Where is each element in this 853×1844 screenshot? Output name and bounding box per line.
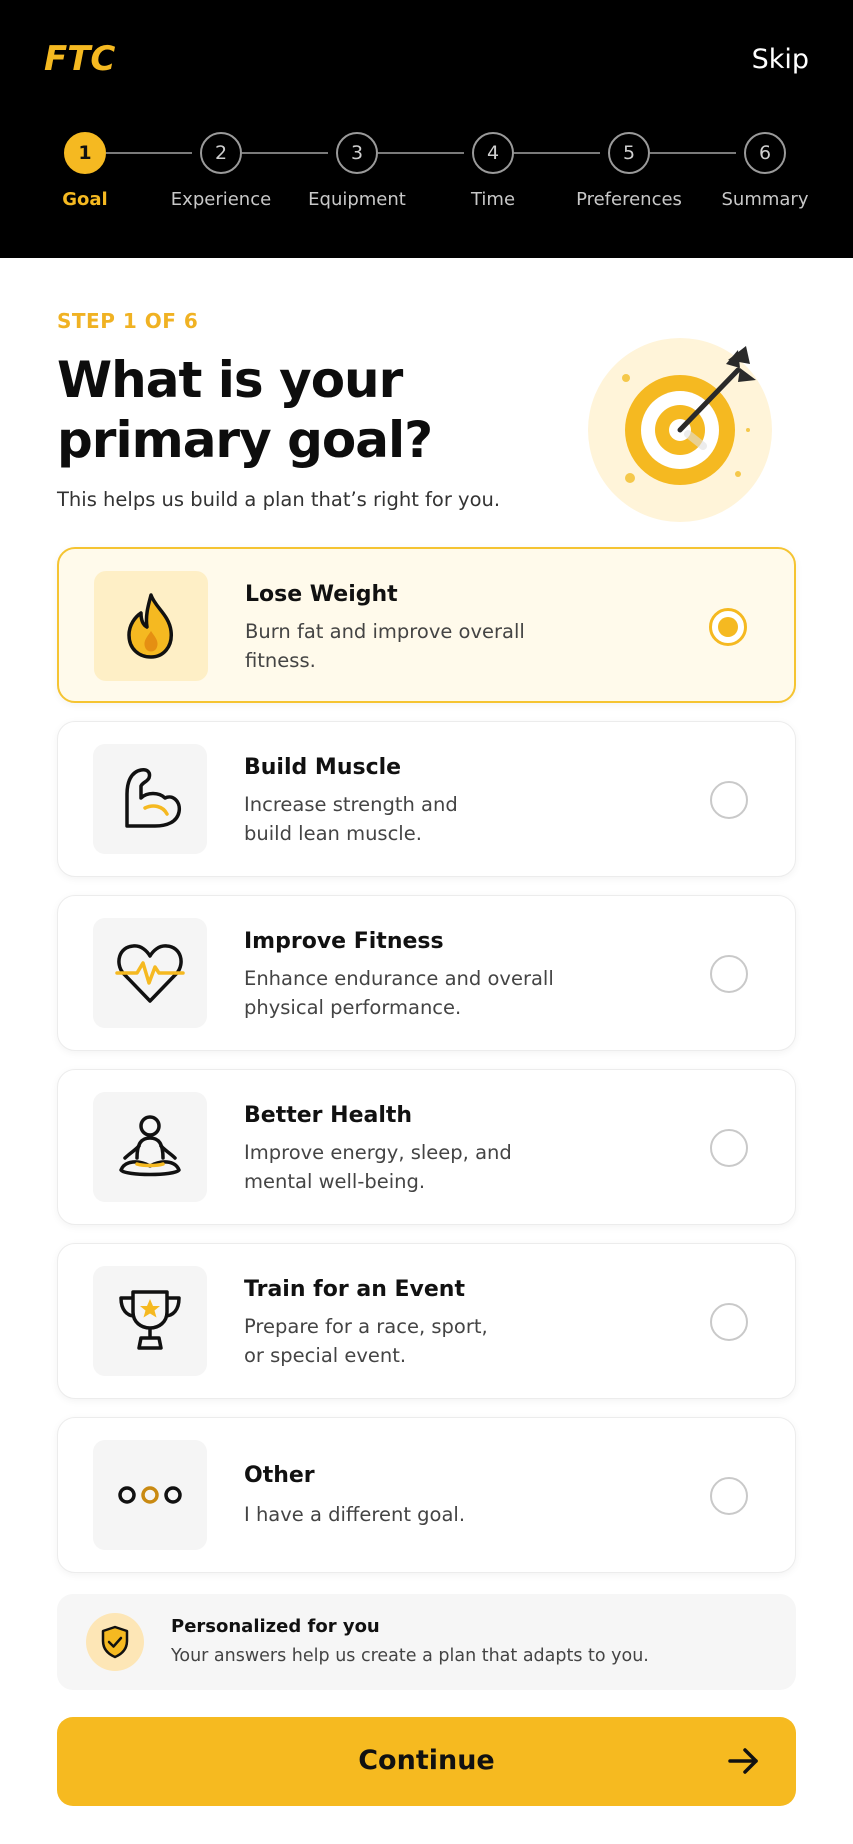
step-count-label: STEP 1 OF 6 (57, 309, 199, 333)
step-number: 3 (336, 132, 378, 174)
page-title-line: What is your (57, 351, 403, 409)
option-description: Prepare for a race, sport, or special ev… (244, 1312, 574, 1370)
option-description-line: physical performance. (244, 996, 462, 1019)
option-description-line: I have a different goal. (244, 1503, 466, 1526)
option-description-line: Prepare for a race, sport, (244, 1315, 488, 1338)
info-description: Your answers help us create a plan that … (171, 1646, 649, 1666)
option-icon-box (94, 571, 208, 681)
option-description: Increase strength and build lean muscle. (244, 790, 574, 848)
option-description-line: Enhance endurance and overall (244, 967, 554, 990)
option-radio[interactable] (710, 955, 748, 993)
stepper-step-equipment[interactable]: 3 Equipment (282, 132, 432, 210)
option-description-line: fitness. (245, 649, 316, 672)
stepper-step-time[interactable]: 4 Time (418, 132, 568, 210)
stepper-step-experience[interactable]: 2 Experience (146, 132, 296, 210)
app-header: FTC Skip (0, 0, 853, 258)
option-description-line: Burn fat and improve overall (245, 620, 525, 643)
trophy-icon (119, 1290, 181, 1350)
goal-option-improve-fitness[interactable]: Improve Fitness Enhance endurance and ov… (57, 895, 796, 1051)
target-arrow-illustration-icon (588, 338, 772, 522)
option-title: Other (244, 1463, 315, 1488)
stepper-step-preferences[interactable]: 5 Preferences (554, 132, 704, 210)
step-number: 6 (744, 132, 786, 174)
option-description: Improve energy, sleep, and mental well-b… (244, 1138, 574, 1196)
skip-button[interactable]: Skip (752, 44, 809, 75)
step-label: Summary (721, 189, 809, 210)
step-number: 4 (472, 132, 514, 174)
option-title: Lose Weight (245, 582, 398, 607)
option-description: I have a different goal. (244, 1500, 644, 1529)
option-icon-box (93, 1440, 207, 1550)
option-description-line: mental well-being. (244, 1170, 426, 1193)
info-title: Personalized for you (171, 1616, 380, 1637)
heart-pulse-icon (115, 944, 185, 1003)
page-title-line: primary goal? (57, 411, 433, 469)
continue-button[interactable]: Continue (57, 1717, 796, 1806)
flame-icon (127, 593, 173, 659)
info-icon-circle (86, 1613, 144, 1671)
option-radio[interactable] (710, 1477, 748, 1515)
continue-button-label: Continue (358, 1745, 495, 1776)
option-icon-box (93, 744, 207, 854)
step-label: Experience (170, 189, 272, 210)
page-title: What is your primary goal? (57, 350, 433, 470)
more-dots-icon (118, 1486, 182, 1504)
option-radio[interactable] (709, 608, 747, 646)
option-description-line: Increase strength and (244, 793, 458, 816)
meditation-icon (119, 1115, 181, 1177)
step-label: Time (470, 189, 516, 210)
option-radio[interactable] (710, 1129, 748, 1167)
option-radio[interactable] (710, 1303, 748, 1341)
arrow-right-icon (728, 1748, 758, 1774)
option-description: Burn fat and improve overall fitness. (245, 617, 575, 675)
svg-text:FTC: FTC (44, 39, 115, 78)
goal-option-build-muscle[interactable]: Build Muscle Increase strength and build… (57, 721, 796, 877)
option-description-line: Improve energy, sleep, and (244, 1141, 512, 1164)
option-description: Enhance endurance and overall physical p… (244, 964, 574, 1022)
goal-option-other[interactable]: Other I have a different goal. (57, 1417, 796, 1573)
option-icon-box (93, 918, 207, 1028)
goal-option-lose-weight[interactable]: Lose Weight Burn fat and improve overall… (57, 547, 796, 703)
step-number: 1 (64, 132, 106, 174)
step-label: Goal (62, 189, 108, 210)
ftc-logo: FTC (44, 39, 115, 78)
option-description-line: or special event. (244, 1344, 407, 1367)
option-title: Train for an Event (244, 1277, 465, 1302)
step-label: Preferences (576, 189, 682, 210)
shield-check-icon (101, 1625, 129, 1659)
option-title: Better Health (244, 1103, 413, 1128)
option-radio[interactable] (710, 781, 748, 819)
goal-option-better-health[interactable]: Better Health Improve energy, sleep, and… (57, 1069, 796, 1225)
flexed-bicep-icon (125, 768, 182, 828)
step-number: 5 (608, 132, 650, 174)
stepper-step-goal[interactable]: 1 Goal (10, 132, 160, 210)
goal-option-train-for-event[interactable]: Train for an Event Prepare for a race, s… (57, 1243, 796, 1399)
option-icon-box (93, 1092, 207, 1202)
page-subtitle: This helps us build a plan that’s right … (57, 488, 501, 511)
option-description-line: build lean muscle. (244, 822, 422, 845)
step-number: 2 (200, 132, 242, 174)
option-title: Improve Fitness (244, 929, 444, 954)
option-icon-box (93, 1266, 207, 1376)
step-label: Equipment (308, 189, 406, 210)
personalized-info-box: Personalized for you Your answers help u… (57, 1594, 796, 1690)
option-title: Build Muscle (244, 755, 402, 780)
stepper-step-summary[interactable]: 6 Summary (690, 132, 840, 210)
